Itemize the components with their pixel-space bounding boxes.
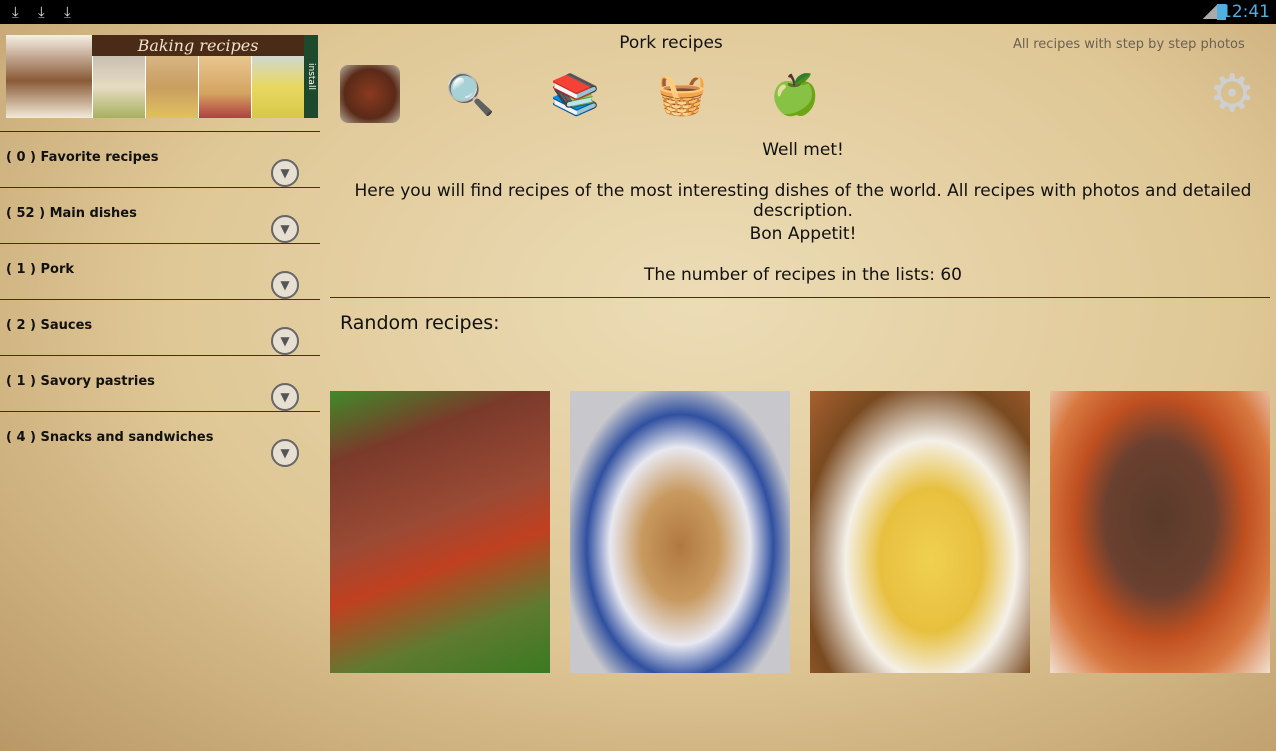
chevron-down-icon[interactable]: ▼ bbox=[271, 327, 299, 355]
page-title: Pork recipes bbox=[619, 33, 723, 53]
baking-recipes-ad-banner[interactable]: Baking recipes install bbox=[6, 35, 318, 118]
chevron-down-icon[interactable]: ▼ bbox=[271, 215, 299, 243]
chevron-down-icon[interactable]: ▼ bbox=[271, 439, 299, 467]
signal-icon bbox=[1202, 4, 1218, 19]
random-recipe-photo[interactable] bbox=[810, 391, 1030, 673]
random-recipes-heading: Random recipes: bbox=[340, 312, 500, 334]
recipe-book-button[interactable]: 📚 bbox=[545, 65, 605, 123]
chevron-down-icon[interactable]: ▼ bbox=[271, 159, 299, 187]
banner-image bbox=[92, 56, 145, 118]
calorie-calculator-button[interactable]: 🍏 bbox=[765, 65, 825, 123]
random-recipe-photo[interactable] bbox=[330, 391, 550, 673]
sidebar-item-pork[interactable]: ( 1 ) Pork ▼ bbox=[0, 243, 320, 299]
sidebar-item-sauces[interactable]: ( 2 ) Sauces ▼ bbox=[0, 299, 320, 355]
search-icon: 🔍 bbox=[445, 71, 495, 118]
recipe-count-text: The number of recipes in the lists: 60 bbox=[643, 265, 962, 285]
sidebar-item-snacks-and-sandwiches[interactable]: ( 4 ) Snacks and sandwiches ▼ bbox=[0, 411, 320, 467]
chevron-down-icon[interactable]: ▼ bbox=[271, 271, 299, 299]
settings-gear-icon[interactable]: ⚙ bbox=[1205, 67, 1259, 121]
home-category-icon bbox=[340, 65, 400, 123]
shopping-basket-icon: 🧺 bbox=[657, 71, 707, 118]
chevron-down-icon[interactable]: ▼ bbox=[271, 383, 299, 411]
search-button[interactable]: 🔍 bbox=[440, 65, 500, 123]
recipe-book-icon: 📚 bbox=[550, 71, 600, 118]
random-recipe-photo[interactable] bbox=[1050, 391, 1270, 673]
clock: 12:41 bbox=[1221, 2, 1270, 22]
sidebar-item-savory-pastries[interactable]: ( 1 ) Savory pastries ▼ bbox=[0, 355, 320, 411]
banner-image bbox=[251, 56, 304, 118]
description-text: Here you will find recipes of the most i… bbox=[354, 181, 1252, 221]
subtitle: All recipes with step by step photos bbox=[1013, 37, 1245, 52]
banner-image bbox=[198, 56, 251, 118]
closing-text: Bon Appetit! bbox=[749, 224, 857, 244]
download-icon: ⤓ bbox=[64, 3, 71, 21]
banner-image bbox=[6, 35, 92, 118]
home-category-button[interactable] bbox=[340, 65, 400, 123]
download-icon: ⤓ bbox=[38, 3, 45, 21]
banner-image bbox=[145, 56, 198, 118]
status-bar: ⤓ ⤓ ⤓ 12:41 bbox=[0, 0, 1276, 24]
sidebar-item-main-dishes[interactable]: ( 52 ) Main dishes ▼ bbox=[0, 187, 320, 243]
install-button[interactable]: install bbox=[304, 35, 318, 118]
sidebar-item-favorite-recipes[interactable]: ( 0 ) Favorite recipes ▼ bbox=[0, 131, 320, 187]
greeting-text: Well met! bbox=[762, 140, 844, 160]
shopping-basket-button[interactable]: 🧺 bbox=[652, 65, 712, 123]
random-recipe-photo[interactable] bbox=[570, 391, 790, 673]
divider bbox=[330, 297, 1270, 298]
banner-title: Baking recipes bbox=[92, 35, 304, 56]
download-icon: ⤓ bbox=[12, 3, 19, 21]
calorie-calculator-icon: 🍏 bbox=[770, 71, 820, 118]
